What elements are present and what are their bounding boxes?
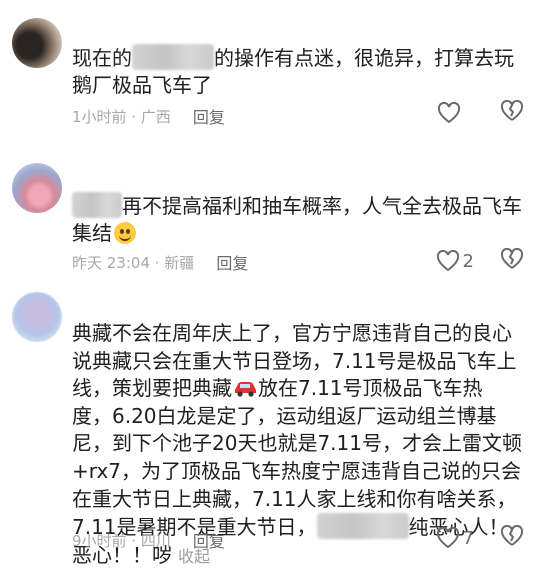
heart-outline-icon <box>436 527 459 549</box>
timestamp-location: 1小时前 · 广西 <box>72 107 171 126</box>
broken-heart-icon <box>500 525 524 546</box>
dislike-button[interactable] <box>500 525 524 551</box>
smiling-face-emoji <box>114 222 136 244</box>
avatar[interactable] <box>12 18 62 68</box>
avatar[interactable] <box>12 292 62 342</box>
comment-meta: 9小时前 · 四川 回复 <box>72 528 225 552</box>
broken-heart-icon <box>500 248 524 269</box>
like-count: 2 <box>462 250 474 272</box>
timestamp-location: 昨天 23:04 · 新疆 <box>72 253 195 272</box>
dislike-button[interactable] <box>500 100 524 126</box>
redacted-name <box>72 192 122 218</box>
redacted-name <box>132 44 214 70</box>
avatar[interactable] <box>12 163 62 213</box>
timestamp-location: 9小时前 · 四川 <box>72 531 171 550</box>
reply-button[interactable]: 回复 <box>216 250 248 274</box>
like-button[interactable] <box>437 102 474 124</box>
red-car-emoji <box>235 382 256 397</box>
like-button[interactable]: 2 <box>436 250 474 272</box>
broken-heart-icon <box>500 100 524 121</box>
redacted-name <box>316 513 409 540</box>
heart-outline-icon <box>437 102 461 124</box>
reply-button[interactable]: 回复 <box>193 528 225 552</box>
comment-text: 再不提高福利和抽车概率，人气全去极品飞车集结 <box>72 192 522 245</box>
comment-meta: 1小时前 · 广西 回复 <box>72 104 225 128</box>
like-count: 7 <box>462 527 474 549</box>
comment-text: 现在的 的操作有点迷，很诡异，打算去玩鹅厂极品飞车了 <box>72 44 514 97</box>
dislike-button[interactable] <box>500 248 524 274</box>
like-button[interactable]: 7 <box>436 527 474 549</box>
heart-outline-icon <box>436 250 459 272</box>
comment-meta: 昨天 23:04 · 新疆 回复 <box>72 250 248 274</box>
reply-button[interactable]: 回复 <box>193 104 225 128</box>
